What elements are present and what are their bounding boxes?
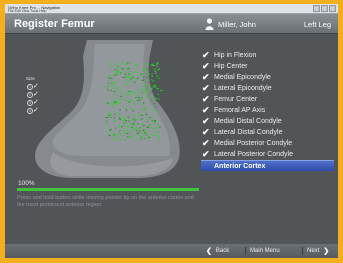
main-menu-button[interactable]: Main Menu [250,246,280,256]
checklist-item[interactable]: ✔ Hip Center [201,61,334,72]
checklist-item-label: Medial Posterior Condyle [214,140,293,147]
chevron-right-icon: ❯ [323,248,330,255]
close-button[interactable] [329,5,336,12]
checklist-item-label: Femur Center [214,96,258,103]
navigation-footer: ❮ Back Main Menu Next ❯ [5,244,338,258]
chevron-left-icon: ❮ [206,248,212,255]
checkmark-icon: ✔ [202,94,210,104]
window-titlebar: Ortho Knee Pro ... Navigation File Edit … [5,4,338,14]
checkmark-icon: ✓ [33,83,39,90]
checklist-item[interactable]: ✔ Lateral Posterior Condyle [201,149,334,160]
checkmark-icon: ✔ [202,72,210,82]
checkmark-icon: ✔ [202,127,210,137]
checklist-item-label: Lateral Distal Condyle [214,129,283,136]
checklist-item[interactable]: ✔ Femoral AP Axis [201,105,334,116]
checklist-item[interactable]: ✔ Lateral Distal Condyle [201,127,334,138]
checklist-item[interactable]: Anterior Cortex [201,160,334,171]
checkmark-icon: ✔ [202,50,210,60]
size-option-4[interactable]: 4 ✓ [27,107,41,115]
checklist-item-label: Femoral AP Axis [214,107,266,114]
size-option-3[interactable]: 3 ✓ [27,99,41,107]
checklist-item[interactable]: ✔ Medial Distal Condyle [201,116,334,127]
footer-divider [302,247,303,255]
progress-percent: 100% [18,180,35,187]
checklist-item-label: Hip in Flexion [214,52,257,59]
application-screen: Ortho Knee Pro ... Navigation File Edit … [5,4,338,258]
checkmark-icon: ✓ [33,107,39,114]
size-option-1[interactable]: 1 ✓ [27,83,41,91]
checklist-item-label: Medial Epicondyle [214,74,271,81]
registration-checklist: ✔ Hip in Flexion ✔ Hip Center ✔ Medial Epicon… [201,50,334,171]
checkmark-icon: ✔ [202,149,210,159]
next-button-label: Next [307,248,320,254]
checklist-item[interactable]: ✔ Lateral Epicondyle [201,83,334,94]
minimize-button[interactable] [313,5,320,12]
progress-bar-fill [17,188,199,191]
checklist-item-label: Anterior Cortex [214,163,266,170]
size-label: Size [26,76,35,81]
checkmark-icon: ✔ [202,138,210,148]
leg-side-label: Left Leg [303,20,331,29]
window-controls [313,5,336,12]
back-button[interactable]: ❮ Back [206,246,229,256]
checkmark-icon: ✔ [202,61,210,71]
size-option-2[interactable]: 2 ✓ [27,91,41,99]
maximize-button[interactable] [321,5,328,12]
checklist-item[interactable]: ✔ Medial Posterior Condyle [201,138,334,149]
checkmark-icon: ✓ [33,99,39,106]
next-button[interactable]: Next ❯ [307,246,329,256]
checklist-item-label: Medial Distal Condyle [214,118,282,125]
window-menu-bar[interactable]: File Edit View Tools Help [8,9,46,13]
person-icon [205,18,214,30]
patient-name: Miller, John [218,20,256,29]
back-button-label: Back [215,248,230,254]
footer-divider [245,247,246,255]
checkmark-icon: ✔ [202,105,210,115]
checklist-item-label: Lateral Posterior Condyle [214,151,293,158]
progress-bar [17,188,199,191]
page-header: Register Femur Miller, John Left Leg [5,14,338,34]
main-menu-label: Main Menu [250,248,280,254]
instructions-text: Press and hold button while moving point… [17,195,194,208]
checklist-item[interactable]: ✔ Hip in Flexion [201,50,334,61]
page-title: Register Femur [14,18,95,30]
checklist-item-label: Hip Center [214,63,248,70]
checklist-item-label: Lateral Epicondyle [214,85,272,92]
checkmark-icon: ✓ [33,91,39,98]
checkmark-icon: ✔ [202,116,210,126]
checklist-item[interactable]: ✔ Medial Epicondyle [201,72,334,83]
checklist-item[interactable]: ✔ Femur Center [201,94,334,105]
checkmark-icon: ✔ [202,83,210,93]
